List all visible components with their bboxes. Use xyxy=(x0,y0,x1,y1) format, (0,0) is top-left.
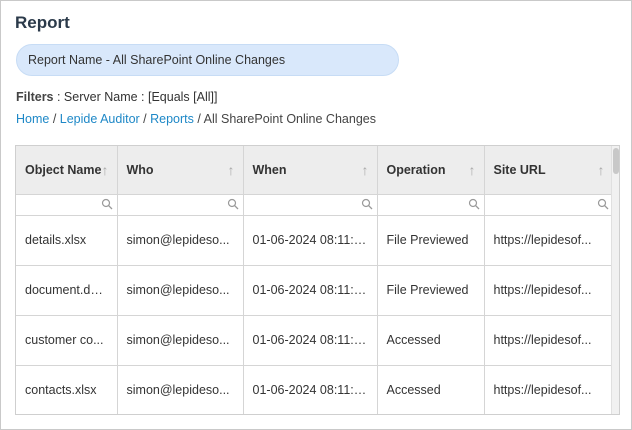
column-header-label: Operation xyxy=(386,162,446,177)
cell-operation: Accessed xyxy=(377,315,485,366)
cell-operation: File Previewed xyxy=(377,265,485,316)
filter-cell-object-name[interactable] xyxy=(16,194,118,216)
breadcrumb-reports-link[interactable]: Reports xyxy=(150,112,194,126)
breadcrumb: Home / Lepide Auditor / Reports / All Sh… xyxy=(16,112,376,126)
cell-when: 01-06-2024 08:11:54 xyxy=(243,265,378,316)
cell-who: simon@lepideso... xyxy=(117,315,244,366)
arrow-up-icon[interactable]: ↑ xyxy=(598,162,605,178)
cell-site-url: https://lepidesof... xyxy=(484,315,614,366)
breadcrumb-home-link[interactable]: Home xyxy=(16,112,49,126)
table-row[interactable]: document.docx simon@lepideso... 01-06-20… xyxy=(16,265,614,316)
report-name-pill: Report Name - All SharePoint Online Chan… xyxy=(16,44,399,76)
filter-cell-site-url[interactable] xyxy=(484,194,614,216)
search-icon[interactable] xyxy=(227,198,239,210)
scrollbar-thumb[interactable] xyxy=(613,148,619,174)
column-header-object-name[interactable]: Object Name ↑ xyxy=(16,146,118,195)
search-icon[interactable] xyxy=(468,198,480,210)
table-row[interactable]: details.xlsx simon@lepideso... 01-06-202… xyxy=(16,215,614,266)
report-grid: Object Name ↑ Who ↑ When ↑ Operation ↑ Site … xyxy=(15,145,620,415)
cell-operation: File Previewed xyxy=(377,215,485,266)
header-row: Object Name ↑ Who ↑ When ↑ Operation ↑ Site … xyxy=(16,146,614,195)
breadcrumb-separator: / xyxy=(139,112,151,126)
cell-object-name: customer co... xyxy=(16,315,118,366)
arrow-up-icon[interactable]: ↑ xyxy=(228,162,235,178)
column-header-label: Who xyxy=(126,162,154,177)
cell-when: 01-06-2024 08:11:54 xyxy=(243,315,378,366)
column-header-who[interactable]: Who ↑ xyxy=(117,146,244,195)
filter-row xyxy=(16,194,614,216)
breadcrumb-separator: / xyxy=(49,112,60,126)
column-header-label: Site URL xyxy=(493,162,546,177)
column-header-label: Object Name xyxy=(25,162,102,177)
column-header-site-url[interactable]: Site URL ↑ xyxy=(484,146,614,195)
table-row[interactable]: customer co... simon@lepideso... 01-06-2… xyxy=(16,315,614,366)
arrow-up-icon[interactable]: ↑ xyxy=(102,162,109,178)
report-panel: Report Report Name - All SharePoint Onli… xyxy=(0,0,632,430)
cell-operation: Accessed xyxy=(377,365,485,414)
page-title: Report xyxy=(15,13,70,32)
filter-cell-when[interactable] xyxy=(243,194,378,216)
cell-object-name: contacts.xlsx xyxy=(16,365,118,414)
filter-cell-who[interactable] xyxy=(117,194,244,216)
search-icon[interactable] xyxy=(101,198,113,210)
search-icon[interactable] xyxy=(361,198,373,210)
column-header-operation[interactable]: Operation ↑ xyxy=(377,146,485,195)
column-header-when[interactable]: When ↑ xyxy=(243,146,378,195)
report-table: Object Name ↑ Who ↑ When ↑ Operation ↑ Site … xyxy=(16,146,614,414)
column-header-label: When xyxy=(252,162,287,177)
breadcrumb-separator: / xyxy=(193,112,204,126)
breadcrumb-current: All SharePoint Online Changes xyxy=(203,112,376,126)
cell-site-url: https://lepidesof... xyxy=(484,265,614,316)
search-icon[interactable] xyxy=(597,198,609,210)
cell-who: simon@lepideso... xyxy=(117,265,244,316)
cell-site-url: https://lepidesof... xyxy=(484,365,614,414)
arrow-up-icon[interactable]: ↑ xyxy=(362,162,369,178)
cell-object-name: details.xlsx xyxy=(16,215,118,266)
filter-cell-operation[interactable] xyxy=(377,194,485,216)
arrow-up-icon[interactable]: ↑ xyxy=(469,162,476,178)
table-row[interactable]: contacts.xlsx simon@lepideso... 01-06-20… xyxy=(16,365,614,414)
vertical-scrollbar[interactable] xyxy=(611,146,619,414)
cell-when: 01-06-2024 08:11:56 xyxy=(243,215,378,266)
cell-site-url: https://lepidesof... xyxy=(484,215,614,266)
cell-who: simon@lepideso... xyxy=(117,365,244,414)
cell-who: simon@lepideso... xyxy=(117,215,244,266)
filters-line: Filters : Server Name : [Equals [All]] xyxy=(16,90,217,104)
filters-value: : Server Name : [Equals [All]] xyxy=(53,90,218,104)
cell-when: 01-06-2024 08:11:53 xyxy=(243,365,378,414)
filters-label: Filters xyxy=(16,90,54,104)
breadcrumb-auditor-link[interactable]: Lepide Auditor xyxy=(60,112,140,126)
cell-object-name: document.docx xyxy=(16,265,118,316)
